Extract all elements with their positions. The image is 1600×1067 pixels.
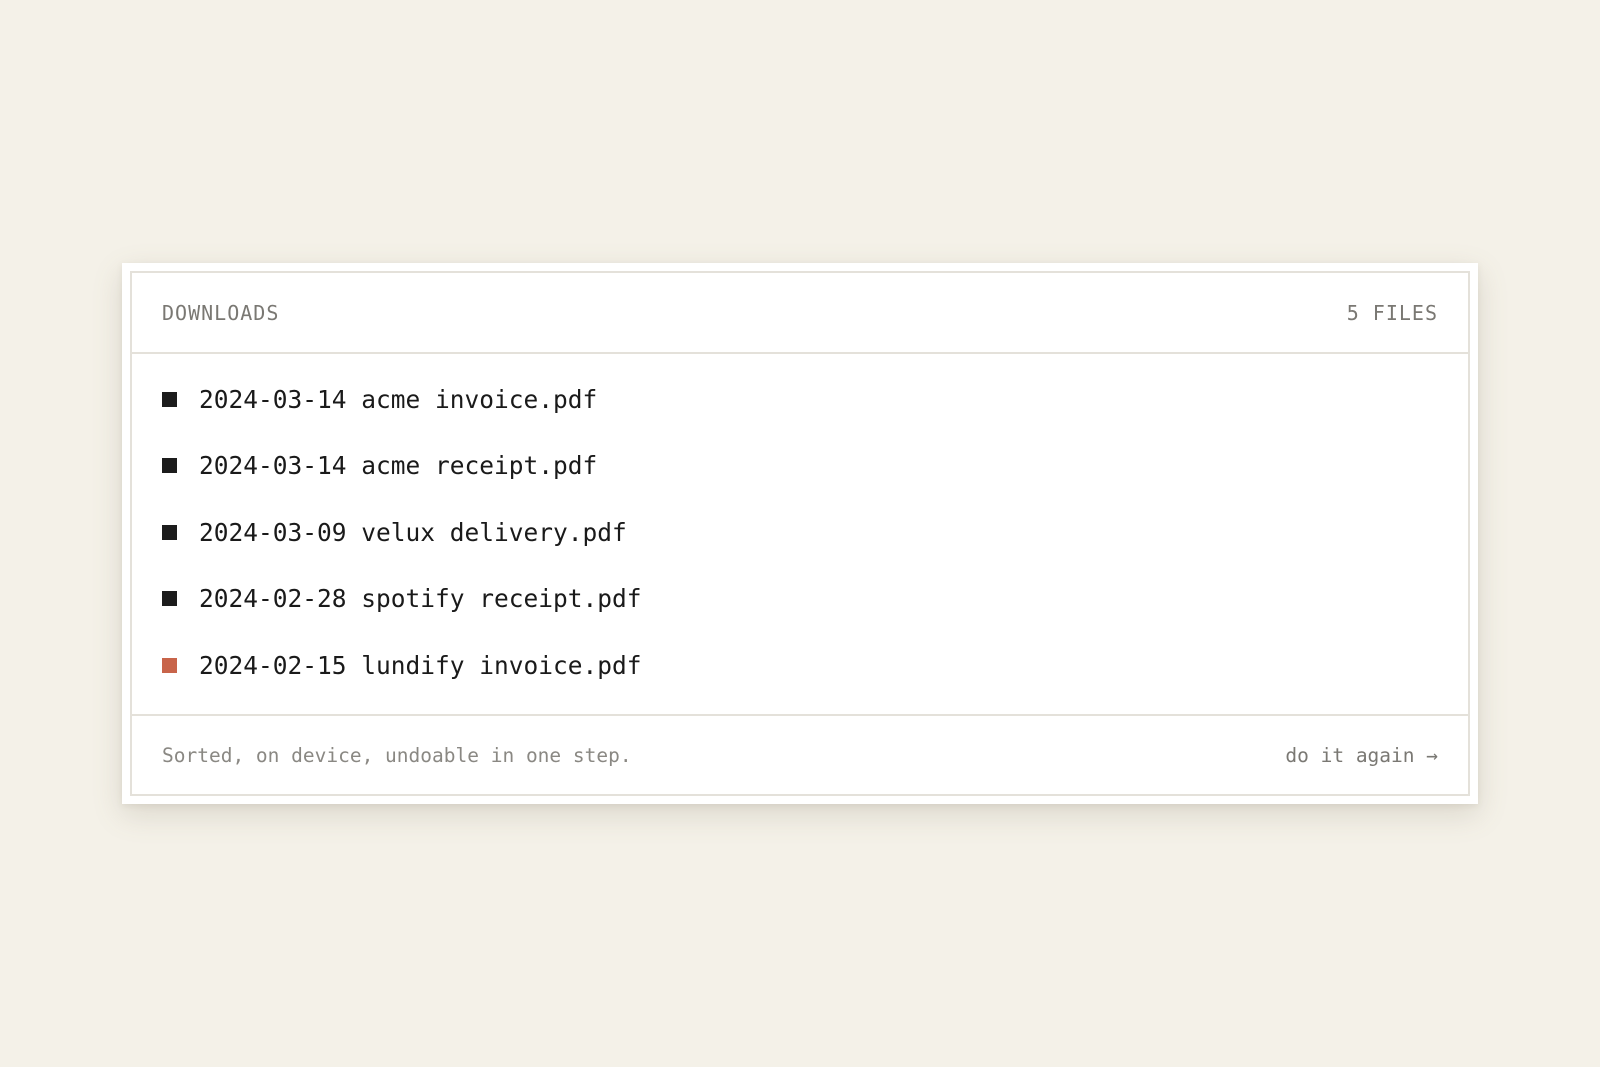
file-count: 5 FILES xyxy=(1346,300,1438,325)
file-row[interactable]: 2024-02-15 lundify invoice.pdf xyxy=(132,632,1468,699)
file-marker-square-icon xyxy=(162,458,177,474)
file-marker-square-icon xyxy=(162,591,177,607)
downloads-panel: DOWNLOADS 5 FILES 2024-03-14 acme invoic… xyxy=(122,263,1478,804)
panel-title: DOWNLOADS xyxy=(162,300,280,325)
file-name: 2024-03-09 velux delivery.pdf xyxy=(199,517,627,547)
file-marker-square-icon xyxy=(162,391,177,407)
file-list: 2024-03-14 acme invoice.pdf 2024-03-14 a… xyxy=(132,354,1468,716)
file-marker-square-icon xyxy=(162,524,177,540)
file-row[interactable]: 2024-03-14 acme invoice.pdf xyxy=(132,366,1468,433)
file-name: 2024-02-15 lundify invoice.pdf xyxy=(199,650,642,680)
file-row[interactable]: 2024-03-09 velux delivery.pdf xyxy=(132,499,1468,566)
file-name: 2024-03-14 acme invoice.pdf xyxy=(199,384,598,414)
file-name: 2024-02-28 spotify receipt.pdf xyxy=(199,584,642,614)
panel-header: DOWNLOADS 5 FILES xyxy=(132,273,1468,354)
do-it-again-link[interactable]: do it again → xyxy=(1285,744,1438,767)
file-name: 2024-03-14 acme receipt.pdf xyxy=(199,451,598,481)
file-row[interactable]: 2024-03-14 acme receipt.pdf xyxy=(132,433,1468,500)
downloads-card: DOWNLOADS 5 FILES 2024-03-14 acme invoic… xyxy=(130,271,1470,796)
file-marker-square-icon xyxy=(162,657,177,673)
file-row[interactable]: 2024-02-28 spotify receipt.pdf xyxy=(132,566,1468,633)
footer-note: Sorted, on device, undoable in one step. xyxy=(162,743,632,767)
panel-footer: Sorted, on device, undoable in one step.… xyxy=(132,716,1468,794)
